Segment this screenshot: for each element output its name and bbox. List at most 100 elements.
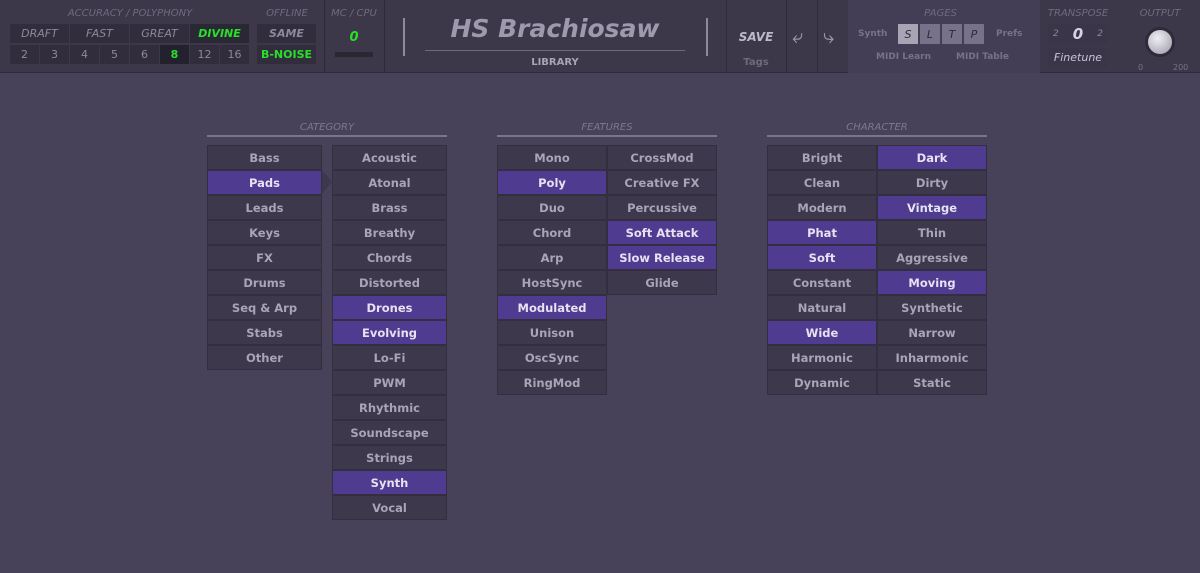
character-item-natural[interactable]: Natural [767,295,877,320]
accuracy-draft[interactable]: DRAFT [10,24,69,43]
finetune-control[interactable]: Finetune [1048,48,1108,67]
subcategory-item-brass[interactable]: Brass [332,195,447,220]
page-tab-p[interactable]: P [964,24,984,44]
subcategory-item-drones[interactable]: Drones [332,295,447,320]
offline-bnoise-button[interactable]: B-NOISE [257,45,316,64]
feature-item-creative-fx[interactable]: Creative FX [607,170,717,195]
feature-item-chord[interactable]: Chord [497,220,607,245]
character-item-modern[interactable]: Modern [767,195,877,220]
category-item-stabs[interactable]: Stabs [207,320,322,345]
page-tab-t[interactable]: T [942,24,962,44]
subcategory-item-pwm[interactable]: PWM [332,370,447,395]
character-item-dirty[interactable]: Dirty [877,170,987,195]
category-item-leads[interactable]: Leads [207,195,322,220]
character-item-clean[interactable]: Clean [767,170,877,195]
feature-item-ringmod[interactable]: RingMod [497,370,607,395]
accuracy-label: ACCURACY / POLYPHONY [67,8,193,19]
subcategory-item-chords[interactable]: Chords [332,245,447,270]
category-item-other[interactable]: Other [207,345,322,370]
features-header: FEATURES [497,122,717,137]
accuracy-fast[interactable]: FAST [70,24,129,43]
output-max: 200 [1173,63,1189,72]
transpose-label: TRANSPOSE [1047,8,1109,19]
polyphony-8[interactable]: 8 [160,45,189,64]
feature-item-unison[interactable]: Unison [497,320,607,345]
character-item-harmonic[interactable]: Harmonic [767,345,877,370]
subcategory-item-atonal[interactable]: Atonal [332,170,447,195]
subcategory-item-distorted[interactable]: Distorted [332,270,447,295]
accuracy-great[interactable]: GREAT [130,24,189,43]
library-button[interactable]: LIBRARY [425,57,685,68]
offline-same-button[interactable]: SAME [257,24,316,43]
polyphony-5[interactable]: 5 [100,45,129,64]
subcategory-item-synth[interactable]: Synth [332,470,447,495]
accuracy-divine[interactable]: DIVINE [190,24,249,43]
polyphony-3[interactable]: 3 [40,45,69,64]
polyphony-2[interactable]: 2 [10,45,39,64]
character-item-thin[interactable]: Thin [877,220,987,245]
transpose-control[interactable]: 2 0 2 [1048,24,1108,43]
feature-item-slow-release[interactable]: Slow Release [607,245,717,270]
cpu-label: MC / CPU [331,8,377,19]
subcategory-item-breathy[interactable]: Breathy [332,220,447,245]
save-button[interactable]: SAVE [727,30,785,44]
feature-item-glide[interactable]: Glide [607,270,717,295]
character-item-wide[interactable]: Wide [767,320,877,345]
polyphony-16[interactable]: 16 [220,45,249,64]
feature-item-poly[interactable]: Poly [497,170,607,195]
page-tab-l[interactable]: L [920,24,940,44]
feature-item-soft-attack[interactable]: Soft Attack [607,220,717,245]
character-header: CHARACTER [767,122,987,137]
midi-table-label: MIDI Table [956,52,1009,62]
synth-page-label: Synth [858,29,888,39]
character-item-synthetic[interactable]: Synthetic [877,295,987,320]
character-item-dark[interactable]: Dark [877,145,987,170]
feature-item-crossmod[interactable]: CrossMod [607,145,717,170]
subcategory-item-strings[interactable]: Strings [332,445,447,470]
character-item-constant[interactable]: Constant [767,270,877,295]
subcategory-item-rhythmic[interactable]: Rhythmic [332,395,447,420]
midi-learn-label: MIDI Learn [876,52,932,62]
page-tab-s[interactable]: S [898,24,918,44]
output-min: 0 [1138,63,1144,72]
character-item-moving[interactable]: Moving [877,270,987,295]
category-item-keys[interactable]: Keys [207,220,322,245]
polyphony-12[interactable]: 12 [190,45,219,64]
character-item-phat[interactable]: Phat [767,220,877,245]
cpu-value: 0 [349,30,359,45]
feature-item-percussive[interactable]: Percussive [607,195,717,220]
character-item-vintage[interactable]: Vintage [877,195,987,220]
undo-icon[interactable]: ⤶ [792,24,803,48]
preset-right-divider [706,18,708,56]
subcategory-item-soundscape[interactable]: Soundscape [332,420,447,445]
subcategory-item-vocal[interactable]: Vocal [332,495,447,520]
character-item-narrow[interactable]: Narrow [877,320,987,345]
subcategory-item-evolving[interactable]: Evolving [332,320,447,345]
feature-item-mono[interactable]: Mono [497,145,607,170]
tags-button[interactable]: Tags [727,57,785,68]
feature-item-arp[interactable]: Arp [497,245,607,270]
category-item-fx[interactable]: FX [207,245,322,270]
feature-item-duo[interactable]: Duo [497,195,607,220]
redo-icon[interactable]: ⤷ [823,24,834,48]
output-knob[interactable] [1148,30,1172,54]
polyphony-4[interactable]: 4 [70,45,99,64]
category-item-seq-arp[interactable]: Seq & Arp [207,295,322,320]
character-item-bright[interactable]: Bright [767,145,877,170]
polyphony-6[interactable]: 6 [130,45,159,64]
feature-item-hostsync[interactable]: HostSync [497,270,607,295]
feature-item-modulated[interactable]: Modulated [497,295,607,320]
character-item-soft[interactable]: Soft [767,245,877,270]
pages-label: PAGES [924,8,957,19]
character-item-static[interactable]: Static [877,370,987,395]
preset-name[interactable]: HS Brachiosaw [425,14,685,43]
subcategory-item-acoustic[interactable]: Acoustic [332,145,447,170]
character-item-dynamic[interactable]: Dynamic [767,370,877,395]
category-item-drums[interactable]: Drums [207,270,322,295]
subcategory-item-lo-fi[interactable]: Lo-Fi [332,345,447,370]
feature-item-oscsync[interactable]: OscSync [497,345,607,370]
category-item-bass[interactable]: Bass [207,145,322,170]
character-item-inharmonic[interactable]: Inharmonic [877,345,987,370]
character-item-aggressive[interactable]: Aggressive [877,245,987,270]
category-item-pads[interactable]: Pads [207,170,322,195]
